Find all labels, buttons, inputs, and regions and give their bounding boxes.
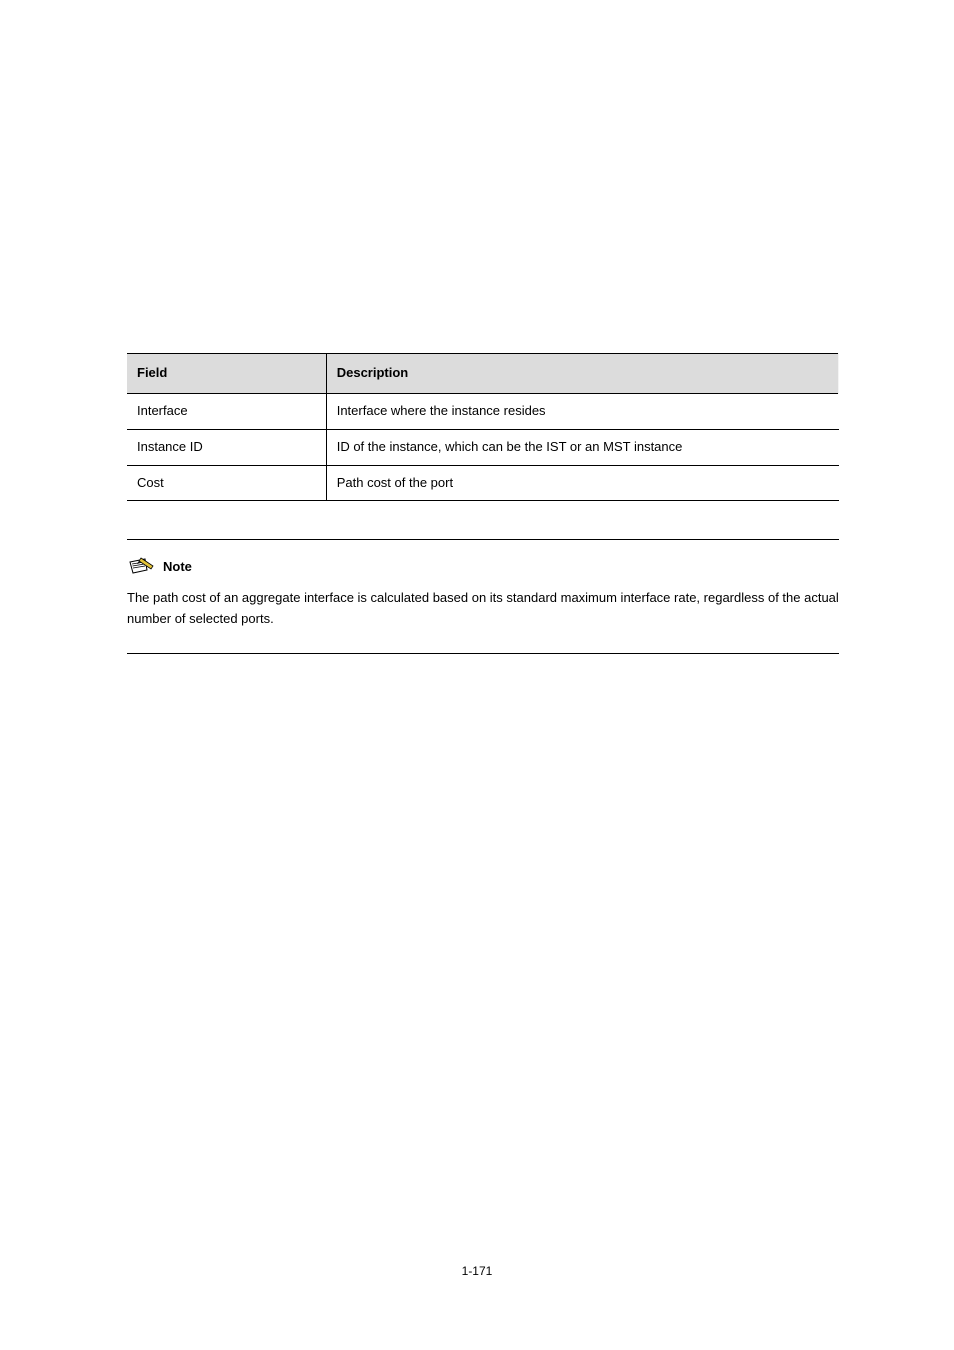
cell-field: Instance ID — [127, 429, 326, 465]
cell-field: Cost — [127, 465, 326, 501]
field-description-table: Field Description Interface Interface wh… — [127, 353, 839, 501]
table-header-row: Field Description — [127, 354, 839, 394]
table-header-description: Description — [326, 354, 838, 394]
table-header-field: Field — [127, 354, 326, 394]
table-row: Interface Interface where the instance r… — [127, 393, 839, 429]
note-icon — [127, 556, 155, 578]
table-row: Instance ID ID of the instance, which ca… — [127, 429, 839, 465]
table-row: Cost Path cost of the port — [127, 465, 839, 501]
cell-description: ID of the instance, which can be the IST… — [326, 429, 838, 465]
cell-description: Interface where the instance resides — [326, 393, 838, 429]
cell-field: Interface — [127, 393, 326, 429]
page-content: Field Description Interface Interface wh… — [127, 353, 839, 654]
note-label: Note — [163, 558, 192, 577]
note-heading: Note — [127, 556, 839, 578]
note-block: Note The path cost of an aggregate inter… — [127, 539, 839, 653]
cell-description: Path cost of the port — [326, 465, 838, 501]
page-number: 1-171 — [0, 1263, 954, 1280]
note-text: The path cost of an aggregate interface … — [127, 588, 839, 653]
